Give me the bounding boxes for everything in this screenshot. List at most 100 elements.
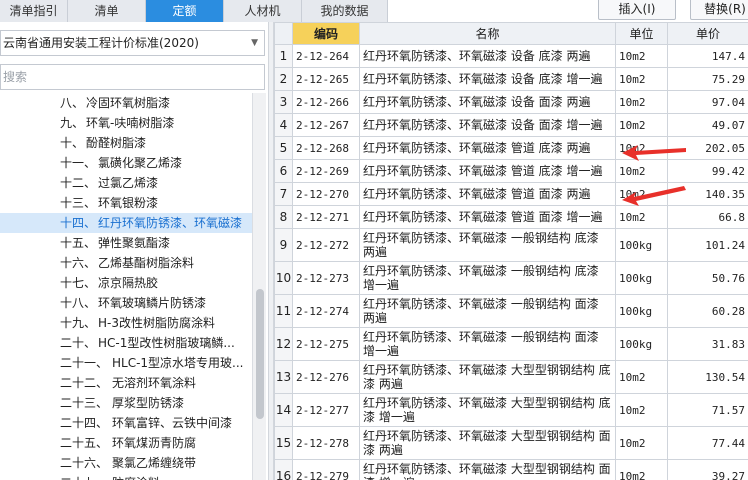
cell-unit[interactable]: 10m2 (615, 360, 668, 394)
tree-item[interactable]: 九、 环氧-呋喃树脂漆 (0, 113, 252, 133)
cell-price[interactable]: 101.24 (667, 228, 748, 262)
cell-name[interactable]: 红丹环氧防锈漆、环氧磁漆 管道 面漆 增一遍 (359, 205, 616, 229)
cell-unit[interactable]: 100kg (615, 294, 668, 328)
cell-name[interactable]: 红丹环氧防锈漆、环氧磁漆 管道 底漆 增一遍 (359, 159, 616, 183)
row-index[interactable]: 6 (274, 159, 293, 183)
cell-code[interactable]: 2-12-276 (292, 360, 360, 394)
row-index[interactable]: 10 (274, 261, 293, 295)
cell-code[interactable]: 2-12-268 (292, 136, 360, 160)
cell-price[interactable]: 130.54 (667, 360, 748, 394)
tree-scrollbar[interactable] (252, 93, 266, 480)
tree-item[interactable]: 二十四、 环氧富锌、云铁中间漆 (0, 413, 252, 433)
cell-price[interactable]: 97.04 (667, 90, 748, 114)
cell-code[interactable]: 2-12-265 (292, 67, 360, 91)
cell-price[interactable]: 60.28 (667, 294, 748, 328)
cell-price[interactable]: 202.05 (667, 136, 748, 160)
cell-code[interactable]: 2-12-267 (292, 113, 360, 137)
tab-list-guide[interactable]: 清单指引 (0, 0, 68, 22)
row-index[interactable]: 7 (274, 182, 293, 206)
cell-unit[interactable]: 10m2 (615, 426, 668, 460)
tree-item[interactable]: 二十、 HC-1型改性树脂玻璃鳞... (0, 333, 252, 353)
cell-name[interactable]: 红丹环氧防锈漆、环氧磁漆 大型型钢钢结构 底漆 两遍 (359, 360, 616, 394)
row-index[interactable]: 8 (274, 205, 293, 229)
cell-unit[interactable]: 10m2 (615, 459, 668, 480)
cell-code[interactable]: 2-12-272 (292, 228, 360, 262)
standard-select[interactable]: 云南省通用安装工程计价标准(2020) ▼ (0, 30, 265, 56)
tree-item[interactable]: 十、 酚醛树脂漆 (0, 133, 252, 153)
table-row[interactable]: 162-12-279红丹环氧防锈漆、环氧磁漆 大型型钢钢结构 面漆 增一遍10m… (274, 459, 748, 480)
cell-name[interactable]: 红丹环氧防锈漆、环氧磁漆 一般钢结构 面漆 两遍 (359, 294, 616, 328)
row-index[interactable]: 11 (274, 294, 293, 328)
tree-item[interactable]: 二十七、防腐涂料... (0, 473, 252, 480)
insert-button[interactable]: 插入(I) (598, 0, 676, 20)
tab-labor-material[interactable]: 人材机 (224, 0, 302, 22)
cell-unit[interactable]: 10m2 (615, 136, 668, 160)
cell-price[interactable]: 75.29 (667, 67, 748, 91)
cell-unit[interactable]: 100kg (615, 261, 668, 295)
cell-name[interactable]: 红丹环氧防锈漆、环氧磁漆 一般钢结构 底漆 增一遍 (359, 261, 616, 295)
cell-name[interactable]: 红丹环氧防锈漆、环氧磁漆 设备 面漆 两遍 (359, 90, 616, 114)
cell-name[interactable]: 红丹环氧防锈漆、环氧磁漆 管道 底漆 两遍 (359, 136, 616, 160)
cell-code[interactable]: 2-12-275 (292, 327, 360, 361)
table-row[interactable]: 8 2-12-271 红丹环氧防锈漆、环氧磁漆 管道 面漆 增一遍 10m2 66.8 (274, 205, 748, 229)
table-row[interactable]: 15 2-12-278 红丹环氧防锈漆、环氧磁漆 大型型钢钢结构 面漆 两遍 10m2… (274, 426, 748, 460)
row-index[interactable]: 16 (274, 459, 293, 480)
tree-item[interactable]: 十二、 过氯乙烯漆 (0, 173, 252, 193)
cell-name[interactable]: 红丹环氧防锈漆、环氧磁漆 设备 面漆 增一遍 (359, 113, 616, 137)
cell-name[interactable]: 红丹环氧防锈漆、环氧磁漆 设备 底漆 两遍 (359, 44, 616, 68)
cell-price[interactable]: 147.4 (667, 44, 748, 68)
cell-code[interactable]: 2-12-279 (292, 459, 360, 480)
cell-price[interactable]: 71.57 (667, 393, 748, 427)
tree-item[interactable]: 十四、 红丹环氧防锈漆、环氧磁漆 (0, 213, 252, 233)
cell-unit[interactable]: 10m2 (615, 393, 668, 427)
table-row[interactable]: 6 2-12-269 红丹环氧防锈漆、环氧磁漆 管道 底漆 增一遍 10m2 99.42 (274, 159, 748, 183)
search-input[interactable]: 搜索 (0, 64, 265, 90)
table-row[interactable]: 2 2-12-265 红丹环氧防锈漆、环氧磁漆 设备 底漆 增一遍 10m2 75.29 (274, 67, 748, 91)
cell-code[interactable]: 2-12-270 (292, 182, 360, 206)
cell-unit[interactable]: 10m2 (615, 113, 668, 137)
tree-item[interactable]: 二十三、 厚浆型防锈漆 (0, 393, 252, 413)
cell-unit[interactable]: 10m2 (615, 159, 668, 183)
header-name[interactable]: 名称 (359, 22, 616, 45)
tree-item[interactable]: 十一、 氯磺化聚乙烯漆 (0, 153, 252, 173)
cell-name[interactable]: 红丹环氧防锈漆、环氧磁漆 设备 底漆 增一遍 (359, 67, 616, 91)
cell-unit[interactable]: 10m2 (615, 44, 668, 68)
cell-code[interactable]: 2-12-269 (292, 159, 360, 183)
row-index[interactable]: 2 (274, 67, 293, 91)
cell-code[interactable]: 2-12-264 (292, 44, 360, 68)
row-index[interactable]: 1 (274, 44, 293, 68)
tree-item[interactable]: 十九、 H-3改性树脂防腐涂料 (0, 313, 252, 333)
tree-item[interactable]: 二十六、 聚氯乙烯缠绕带 (0, 453, 252, 473)
tab-my-data[interactable]: 我的数据 (302, 0, 388, 22)
tree-scrollbar-thumb[interactable] (256, 289, 264, 419)
cell-price[interactable]: 99.42 (667, 159, 748, 183)
tree-item[interactable]: 二十一、 HLC-1型凉水塔专用玻... (0, 353, 252, 373)
table-row[interactable]: 9 2-12-272 红丹环氧防锈漆、环氧磁漆 一般钢结构 底漆 两遍 100kg 10… (274, 228, 748, 262)
cell-unit[interactable]: 10m2 (615, 205, 668, 229)
cell-price[interactable]: 66.8 (667, 205, 748, 229)
cell-price[interactable]: 77.44 (667, 426, 748, 460)
cell-name[interactable]: 红丹环氧防锈漆、环氧磁漆 一般钢结构 面漆 增一遍 (359, 327, 616, 361)
cell-code[interactable]: 2-12-273 (292, 261, 360, 295)
cell-price[interactable]: 31.83 (667, 327, 748, 361)
tree-item[interactable]: 八、 冷固环氧树脂漆 (0, 93, 252, 113)
cell-name[interactable]: 红丹环氧防锈漆、环氧磁漆 管道 面漆 两遍 (359, 182, 616, 206)
cell-code[interactable]: 2-12-277 (292, 393, 360, 427)
row-index[interactable]: 13 (274, 360, 293, 394)
row-index[interactable]: 14 (274, 393, 293, 427)
table-row[interactable]: 1 2-12-264 红丹环氧防锈漆、环氧磁漆 设备 底漆 两遍 10m2 147.4 (274, 44, 748, 68)
table-row[interactable]: 12 2-12-275 红丹环氧防锈漆、环氧磁漆 一般钢结构 面漆 增一遍 100kg… (274, 327, 748, 361)
header-price[interactable]: 单价 (667, 22, 748, 45)
tab-quota[interactable]: 定额 (146, 0, 224, 22)
cell-name[interactable]: 红丹环氧防锈漆、环氧磁漆 一般钢结构 底漆 两遍 (359, 228, 616, 262)
tree-item[interactable]: 十三、 环氧银粉漆 (0, 193, 252, 213)
cell-unit[interactable]: 100kg (615, 228, 668, 262)
cell-unit[interactable]: 10m2 (615, 90, 668, 114)
row-index[interactable]: 5 (274, 136, 293, 160)
tree-item[interactable]: 十七、 凉京隔热胶 (0, 273, 252, 293)
tree-item[interactable]: 十五、 弹性聚氨酯漆 (0, 233, 252, 253)
row-index[interactable]: 9 (274, 228, 293, 262)
table-row[interactable]: 5 2-12-268 红丹环氧防锈漆、环氧磁漆 管道 底漆 两遍 10m2 202.05 (274, 136, 748, 160)
table-row[interactable]: 7 2-12-270 红丹环氧防锈漆、环氧磁漆 管道 面漆 两遍 10m2 140.35 (274, 182, 748, 206)
table-row[interactable]: 4 2-12-267 红丹环氧防锈漆、环氧磁漆 设备 面漆 增一遍 10m2 49.07 (274, 113, 748, 137)
